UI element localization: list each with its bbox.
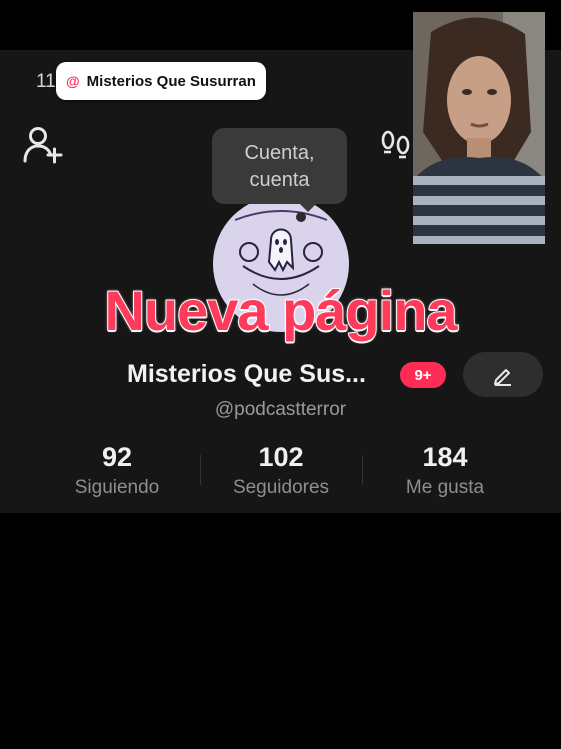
profile-name: Misterios Que Sus... [127,360,366,388]
notification-badge[interactable]: 9+ [400,362,446,388]
add-user-icon[interactable] [22,125,64,165]
headline-overlay: Nueva página [103,278,458,343]
stat-label: Me gusta [405,477,485,498]
footprint-icon[interactable] [379,128,413,162]
stat-label: Seguidores [232,477,330,498]
account-tooltip: Cuenta, cuenta [212,128,347,212]
stat-following[interactable]: 92 Siguiendo [32,442,202,499]
stat-value: 92 [101,442,133,472]
edit-profile-button[interactable] [463,352,543,397]
username: @podcastterror [214,399,347,420]
tooltip-line-2: cuenta [249,169,310,191]
stat-label: Siguiendo [74,477,160,498]
stat-likes[interactable]: 184 Me gusta [360,442,530,499]
avatar-decoration [296,212,306,222]
mention-at-symbol: @ [66,73,80,89]
mention-tag[interactable]: @ Misterios Que Susurran [56,62,266,100]
bottom-background [0,513,561,749]
mention-text: Misterios Que Susurran [86,72,256,90]
webcam-person-image [413,12,545,244]
webcam-overlay [413,12,545,244]
status-time: 11 [36,71,56,92]
stat-followers[interactable]: 102 Seguidores [196,442,366,499]
stat-value: 102 [258,442,304,472]
pencil-icon [494,368,511,386]
tooltip-line-1: Cuenta, [244,142,315,164]
stat-value: 184 [422,442,468,472]
